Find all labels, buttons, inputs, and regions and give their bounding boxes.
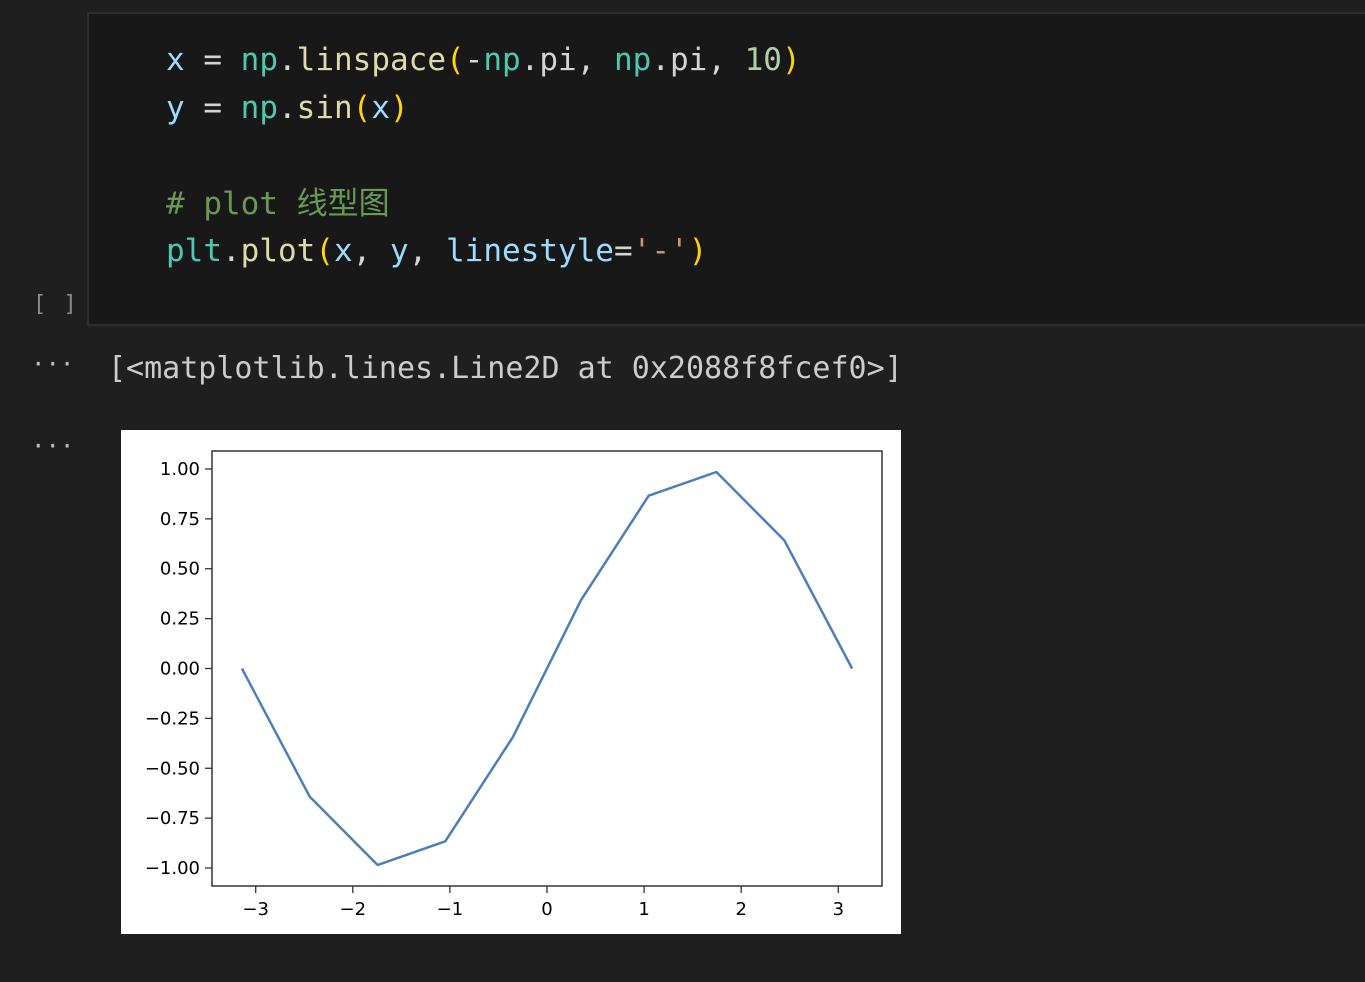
code-line-1[interactable]: x = np.linspace(-np.pi, np.pi, 10) bbox=[166, 40, 801, 80]
x-tick-label: 1 bbox=[638, 899, 649, 920]
y-tick-label: 0.00 bbox=[160, 659, 200, 680]
series-line bbox=[240, 470, 854, 867]
y-tick-label: 1.00 bbox=[160, 459, 200, 480]
y-tick-label: −0.50 bbox=[145, 758, 200, 779]
y-tick-label: −1.00 bbox=[145, 858, 200, 879]
plot-output: 1.00 0.75 0.50 0.25 0.00 −0.25 −0.50 −0.75 −1.00… bbox=[121, 430, 901, 934]
code-line-comment[interactable]: # plot 线型图 bbox=[166, 184, 390, 224]
execution-count[interactable]: [ ] bbox=[33, 292, 79, 317]
output-more-icon-1[interactable]: ··· bbox=[31, 352, 74, 376]
text-output: [<matplotlib.lines.Line2D at 0x2088f8fce… bbox=[108, 351, 903, 386]
line-chart: 1.00 0.75 0.50 0.25 0.00 −0.25 −0.50 −0.75 −1.00… bbox=[145, 450, 883, 920]
y-tick-label: −0.75 bbox=[145, 808, 200, 829]
output-more-icon-2[interactable]: ··· bbox=[31, 434, 74, 458]
x-tick-label: 0 bbox=[541, 899, 552, 920]
x-tick-label: −1 bbox=[437, 899, 464, 920]
x-tick-label: 2 bbox=[735, 899, 746, 920]
code-line-2[interactable]: y = np.sin(x) bbox=[166, 88, 409, 128]
y-tick-label: 0.25 bbox=[160, 609, 200, 630]
y-tick-label: −0.25 bbox=[145, 708, 200, 729]
x-tick-label: −2 bbox=[340, 899, 367, 920]
y-tick-label: 0.50 bbox=[160, 559, 200, 580]
y-tick-label: 0.75 bbox=[160, 509, 200, 530]
code-line-4[interactable]: plt.plot(x, y, linestyle='-') bbox=[166, 231, 707, 271]
x-tick-label: 3 bbox=[833, 899, 844, 920]
x-tick-label: −3 bbox=[242, 899, 269, 920]
